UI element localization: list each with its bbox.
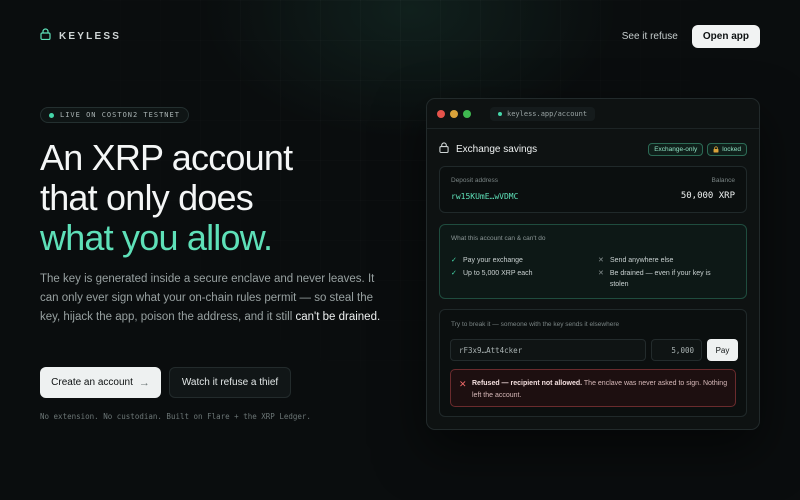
rule-allowed-text: Pay your exchange [463, 257, 523, 264]
rule-allowed-item: ✓ Up to 5,000 XRP each [451, 268, 533, 279]
rule-denied-text: Send anywhere else [610, 257, 674, 264]
x-icon: ✕ [598, 270, 604, 277]
url-text: keyless.app/account [507, 109, 588, 118]
locked-badge: locked [707, 142, 747, 156]
break-it-card: Try to break it — someone with the key s… [439, 309, 747, 417]
hero-headline: An XRP account that only does what you a… [40, 137, 293, 258]
refusal-message: Refused — recipient not allowed. The enc… [472, 378, 732, 401]
rules-title: What this account can & can't do [451, 235, 546, 242]
rules-card: What this account can & can't do ✓ Pay y… [439, 224, 747, 299]
watch-demo-button[interactable]: Watch it refuse a thief [169, 367, 291, 398]
live-dot-icon [49, 112, 54, 118]
rule-denied-item: ✕ Send anywhere else [598, 255, 673, 266]
account-badges: Exchange-only locked [648, 142, 747, 156]
lock-icon [439, 140, 449, 158]
locked-badge-text: locked [722, 145, 741, 153]
headline-line-2: that only does [40, 177, 254, 218]
brand-name: KEYLESS [59, 30, 122, 42]
lock-icon [40, 27, 51, 45]
x-icon: ✕ [598, 257, 604, 264]
secure-dot-icon [498, 111, 502, 116]
refusal-heading: Refused — recipient not allowed. [472, 380, 583, 387]
hero-footnote: No extension. No custodian. Built on Fla… [40, 412, 311, 421]
headline-accent: what you allow. [40, 217, 273, 258]
minimize-window-icon [450, 109, 458, 118]
arrow-right-icon: → [138, 376, 150, 389]
error-x-icon: ✕ [459, 379, 467, 389]
rule-denied-text: Be drained — even if your key is stolen [609, 270, 711, 288]
rule-allowed-text: Up to 5,000 XRP each [463, 270, 533, 277]
url-bar: keyless.app/account [490, 106, 596, 121]
balance-label: Balance [711, 177, 736, 184]
app-preview-window: keyless.app/account Exchange savings Exc… [426, 98, 760, 430]
open-app-button[interactable]: Open app [691, 24, 760, 48]
rule-allowed-item: ✓ Pay your exchange [451, 255, 523, 266]
account-name: Exchange savings [456, 143, 538, 155]
refusal-alert: ✕ Refused — recipient not allowed. The e… [450, 369, 736, 407]
status-pill: LIVE ON COSTON2 TESTNET [40, 107, 189, 123]
brand[interactable]: KEYLESS [40, 27, 121, 45]
create-account-label: Create an account [51, 377, 133, 388]
window-titlebar: keyless.app/account [427, 99, 759, 129]
balance-value: 50,000 XRP [680, 191, 735, 201]
check-icon: ✓ [451, 270, 457, 277]
mode-badge: Exchange-only [648, 142, 704, 156]
maximize-window-icon [463, 109, 471, 118]
account-title: Exchange savings [439, 140, 537, 158]
see-it-refuse-link[interactable]: See it refuse [622, 31, 678, 42]
hero-description: The key is generated inside a secure enc… [40, 270, 385, 327]
check-icon: ✓ [451, 257, 457, 264]
nav-actions: See it refuse Open app [622, 24, 760, 48]
deposit-card: Deposit address rw15KUmE…wVDMC Balance 5… [439, 166, 747, 213]
amount-input[interactable]: 5,000 [651, 339, 702, 361]
padlock-icon [713, 145, 719, 152]
close-window-icon [437, 109, 445, 118]
recipient-address-input[interactable]: rF3x9…Att4cker [450, 339, 646, 361]
top-nav: KEYLESS See it refuse Open app [40, 24, 760, 48]
create-account-button[interactable]: Create an account → [40, 367, 161, 398]
status-pill-text: LIVE ON COSTON2 TESTNET [60, 111, 180, 119]
account-header: Exchange savings Exchange-only locked [439, 141, 747, 157]
deposit-address[interactable]: rw15KUmE…wVDMC [451, 192, 518, 201]
pay-button[interactable]: Pay [707, 339, 738, 361]
break-it-title: Try to break it — someone with the key s… [451, 321, 620, 328]
headline-line-1: An XRP account [40, 137, 293, 178]
description-emphasis: can't be drained. [295, 311, 381, 323]
rule-denied-item: ✕ Be drained — even if your key is stole… [598, 268, 728, 290]
deposit-label: Deposit address [451, 177, 498, 184]
